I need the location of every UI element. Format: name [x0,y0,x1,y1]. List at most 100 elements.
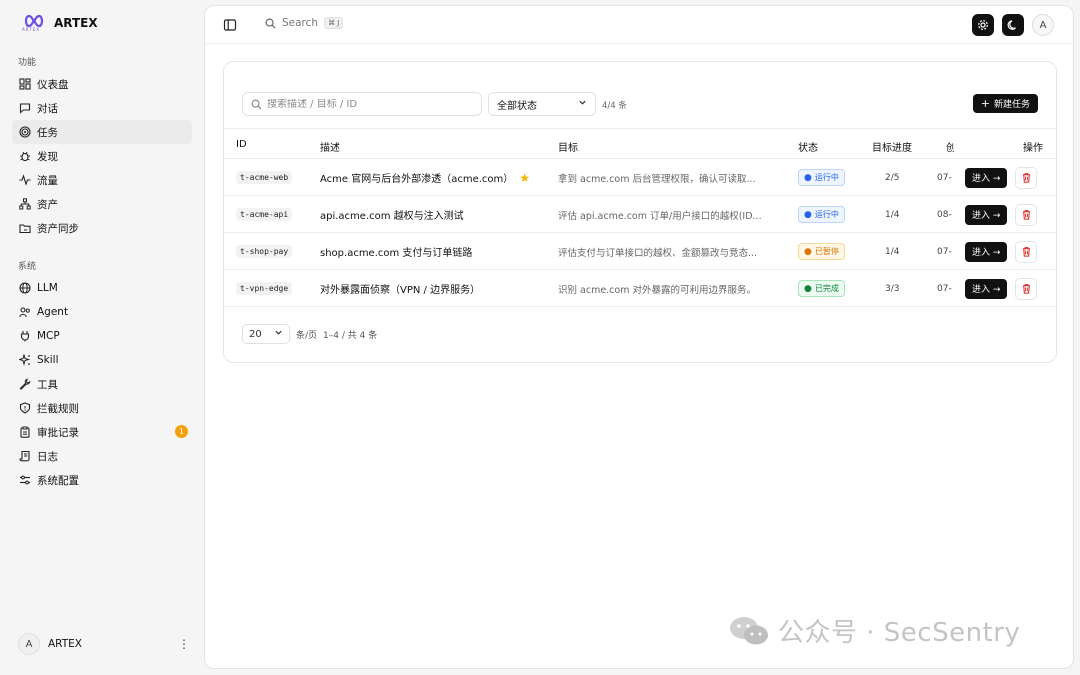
enter-task-button[interactable]: 进入 → [965,204,1008,225]
status-label: 运行中 [814,173,839,182]
status-dot-icon: ● [804,172,812,183]
target-icon [18,126,31,139]
page-size-select[interactable]: 20 [242,324,290,344]
sidebar-item-system-0[interactable]: LLM [12,276,192,300]
trash-icon [1022,284,1031,294]
top-avatar[interactable]: A [1032,14,1054,36]
delete-task-button[interactable] [1015,203,1038,226]
user-menu[interactable]: A ARTEX ⋮ [18,633,190,655]
bug-icon [18,150,31,163]
table-row[interactable]: t-shop-pay shop.acme.com 支付与订单链路 评估支付与订单接口… [224,233,1056,270]
sidebar-item-label: 拦截规则 [37,402,79,415]
table-row[interactable]: t-acme-api api.acme.com 越权与注入测试 评估 api.acm… [224,196,1056,233]
status-dot-icon: ● [804,246,812,257]
globe-icon [18,282,31,295]
sidebar-item-features-3[interactable]: 发现 [12,144,192,168]
nav-features: 仪表盘对话任务发现流量资产资产同步 [12,72,192,240]
task-target: 识别 acme.com 对外暴露的可利用边界服务。 [558,284,756,296]
sidebar-item-system-5[interactable]: 拦截规则 [12,396,192,420]
sidebar-item-system-8[interactable]: 系统配置 [12,468,192,492]
folder-sync-icon [18,222,31,235]
sidebar-item-label: 系统配置 [37,474,79,487]
status-filter-value: 全部状态 [497,100,537,112]
settings-button[interactable] [972,14,994,36]
theme-toggle-button[interactable] [1002,14,1024,36]
more-vertical-icon[interactable]: ⋮ [178,637,190,651]
sidebar-item-label: 审批记录 [37,426,79,439]
sidebar-item-label: 流量 [37,174,58,187]
header-progress[interactable]: 目标进度 [872,139,912,154]
table-row[interactable]: t-vpn-edge 对外暴露面侦察（VPN / 边界服务） 识别 acme.com… [224,270,1056,307]
sidebar-item-label: Skill [37,354,59,366]
user-name: ARTEX [48,638,82,650]
status-dot-icon: ● [804,209,812,220]
search-icon [251,99,262,110]
sidebar-item-label: 资产 [37,198,58,211]
header-target[interactable]: 目标 [558,139,578,154]
sidebar-item-features-4[interactable]: 流量 [12,168,192,192]
sidebar-item-features-5[interactable]: 资产 [12,192,192,216]
star-icon[interactable]: ★ [519,171,530,185]
status-badge: ● 运行中 [798,206,845,223]
status-badge: ● 运行中 [798,169,845,186]
sidebar-item-system-1[interactable]: Agent [12,300,192,324]
sidebar-item-system-6[interactable]: 审批记录 1 [12,420,192,444]
plug-icon [18,330,31,343]
sidebar-item-label: 工具 [37,378,58,391]
notification-badge: 1 [175,425,188,438]
sidebar-item-system-7[interactable]: 日志 [12,444,192,468]
network-icon [18,198,31,211]
pagination: 20 条/页 1–4 / 共 4 条 [242,324,377,344]
header-created[interactable]: 创 [946,139,954,154]
sidebar-item-system-4[interactable]: 工具 [12,372,192,396]
new-task-button[interactable]: + 新建任务 [972,94,1038,113]
nav-system: LLM Agent MCP Skill 工具拦截规则审批记录 1 日志系统配置 [12,276,192,492]
trash-icon [1022,173,1031,183]
enter-task-button[interactable]: 进入 → [965,278,1008,299]
shield-icon [18,402,31,415]
chevron-down-icon [578,98,587,110]
enter-task-button[interactable]: 进入 → [965,241,1008,262]
chat-icon [18,102,31,115]
dashboard-icon [18,78,31,91]
sidebar-item-features-0[interactable]: 仪表盘 [12,72,192,96]
clipboard-icon [18,426,31,439]
sidebar-item-label: 对话 [37,102,58,115]
sidebar-item-system-2[interactable]: MCP [12,324,192,348]
table-row[interactable]: t-acme-web Acme 官网与后台外部渗透（acme.com） ★ 拿到 ac… [224,159,1056,196]
sidebar-item-system-3[interactable]: Skill [12,348,192,372]
sidebar-item-features-1[interactable]: 对话 [12,96,192,120]
header-desc[interactable]: 描述 [320,139,340,154]
task-target: 拿到 acme.com 后台管理权限，确认可读取... [558,173,756,185]
activity-icon [18,174,31,187]
status-label: 已完成 [814,284,839,293]
sidebar-item-label: 任务 [37,126,58,139]
result-count: 4/4 条 [602,101,627,111]
sidebar-item-features-2[interactable]: 任务 [12,120,192,144]
delete-task-button[interactable] [1015,166,1038,189]
header-id[interactable]: ID [236,139,247,150]
trash-icon [1022,210,1031,220]
table-header: ID 描述 目标 状态 目标进度 创 操作 [224,128,1056,159]
delete-task-button[interactable] [1015,240,1038,263]
task-id: t-shop-pay [236,245,293,258]
wechat-icon [730,616,768,644]
status-filter-select[interactable]: 全部状态 [488,92,596,116]
enter-task-button[interactable]: 进入 → [965,167,1008,188]
global-search-button[interactable]: Search ⌘ J [265,17,344,29]
task-search-field[interactable] [242,92,482,116]
sidebar-item-label: 发现 [37,150,58,163]
table-body: t-acme-web Acme 官网与后台外部渗透（acme.com） ★ 拿到 ac… [224,159,1056,307]
sidebar-toggle-icon[interactable] [223,18,237,32]
sidebar-item-label: 资产同步 [37,222,79,235]
task-description: Acme 官网与后台外部渗透（acme.com） [320,174,514,185]
delete-task-button[interactable] [1015,277,1038,300]
avatar: A [18,633,40,655]
section-label-system: 系统 [18,262,37,272]
sparkles-icon [18,354,31,367]
sidebar-item-features-6[interactable]: 资产同步 [12,216,192,240]
moon-icon [1007,20,1016,30]
task-search-input[interactable] [267,98,467,110]
wrench-icon [18,378,31,391]
header-status[interactable]: 状态 [798,139,818,154]
